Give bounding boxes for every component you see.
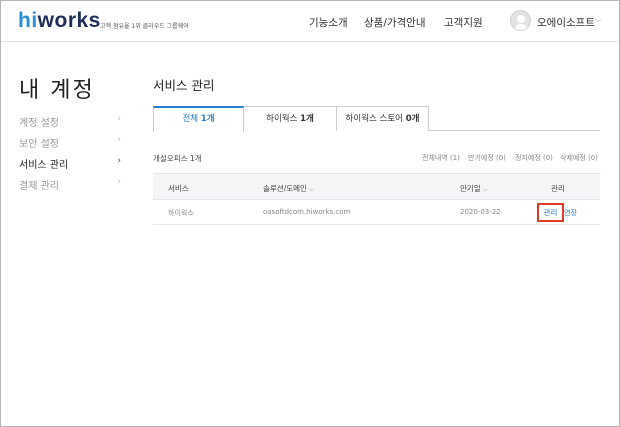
chevron-right-icon: › xyxy=(117,114,121,124)
sidebar-item-label: 결제 관리 xyxy=(19,181,59,192)
chevron-right-icon: › xyxy=(117,177,121,187)
office-count-label: 개설오피스 1개 xyxy=(153,154,202,163)
nav-pricing[interactable]: 상품/가격안내 xyxy=(364,15,426,30)
sort-chevron-icon[interactable]: ⌵ xyxy=(483,186,488,193)
column-header-service: 서비스 xyxy=(168,184,189,193)
manage-button[interactable]: 관리 xyxy=(537,203,564,222)
cell-domain: oasoftdcom.hiworks.com xyxy=(263,208,351,216)
cell-expiry: 2020-03-22 xyxy=(460,208,501,216)
logo-works: works xyxy=(37,9,101,32)
table-header: 서비스 솔루션/도메인 ⌵ 만기일 ⌵ 관리 xyxy=(153,173,600,200)
sidebar-item-service-management[interactable]: 서비스 관리 › xyxy=(19,156,123,171)
column-header-label: 솔루션/도메인 xyxy=(263,184,307,193)
filter-suspending[interactable]: 정지예정 (0) xyxy=(515,153,553,163)
logo-tagline: 고객 점유율 1위 클라우드 그룹웨어 xyxy=(100,23,189,30)
tab-all[interactable]: 전체 1개 xyxy=(153,106,244,132)
column-header-label: 만기일 xyxy=(460,184,481,193)
sidebar-item-label: 보안 설정 xyxy=(19,139,59,150)
column-header-manage: 관리 xyxy=(551,184,565,193)
chevron-right-icon: › xyxy=(117,135,121,145)
sort-chevron-icon[interactable]: ⌵ xyxy=(309,186,314,193)
nav-features[interactable]: 기능소개 xyxy=(309,15,348,30)
table-row: 하이웍스 oasoftdcom.hiworks.com 2020-03-22 관… xyxy=(153,200,600,225)
tab-label: 하이웍스 xyxy=(266,114,298,124)
filter-all[interactable]: 전체내역 (1) xyxy=(422,153,460,163)
user-avatar-icon[interactable] xyxy=(510,10,531,31)
filter-expiring[interactable]: 만기예정 (0) xyxy=(468,153,506,163)
tab-count: 1개 xyxy=(200,114,215,124)
page-title: 내 계정 xyxy=(19,78,95,103)
top-header: hiworks 고객 점유율 1위 클라우드 그룹웨어 기능소개 상품/가격안내… xyxy=(1,1,619,42)
sidebar-item-billing[interactable]: 결제 관리 › xyxy=(19,177,123,192)
tab-count: 0개 xyxy=(405,114,420,124)
tab-count: 1개 xyxy=(300,114,314,124)
column-header-expiry[interactable]: 만기일 ⌵ xyxy=(460,183,488,194)
tab-hiworks-store[interactable]: 하이웍스 스토어 0개 xyxy=(337,106,429,131)
filter-deleting[interactable]: 삭제예정 (0) xyxy=(560,153,598,163)
sidebar-item-label: 서비스 관리 xyxy=(19,160,69,171)
chevron-right-icon: › xyxy=(117,156,121,166)
sidebar-item-security-settings[interactable]: 보안 설정 › xyxy=(19,135,123,150)
user-name[interactable]: 오에이소프트 xyxy=(537,15,595,30)
extend-link[interactable]: 연장 xyxy=(564,208,577,218)
tab-label: 전체 xyxy=(182,114,199,124)
cell-service: 하이웍스 xyxy=(168,209,194,217)
column-header-domain[interactable]: 솔루션/도메인 ⌵ xyxy=(263,183,314,194)
sidebar-item-account-settings[interactable]: 계정 설정 › xyxy=(19,114,123,129)
section-title: 서비스 관리 xyxy=(153,78,215,93)
sidebar-item-label: 계정 설정 xyxy=(19,118,59,129)
chevron-down-icon[interactable]: ⌵ xyxy=(595,15,601,25)
hiworks-logo[interactable]: hiworks xyxy=(18,9,101,33)
nav-support[interactable]: 고객지원 xyxy=(444,15,483,30)
logo-hi: hi xyxy=(18,9,38,32)
tab-label: 하이웍스 스토어 xyxy=(345,114,403,124)
tab-hiworks[interactable]: 하이웍스 1개 xyxy=(244,106,337,131)
